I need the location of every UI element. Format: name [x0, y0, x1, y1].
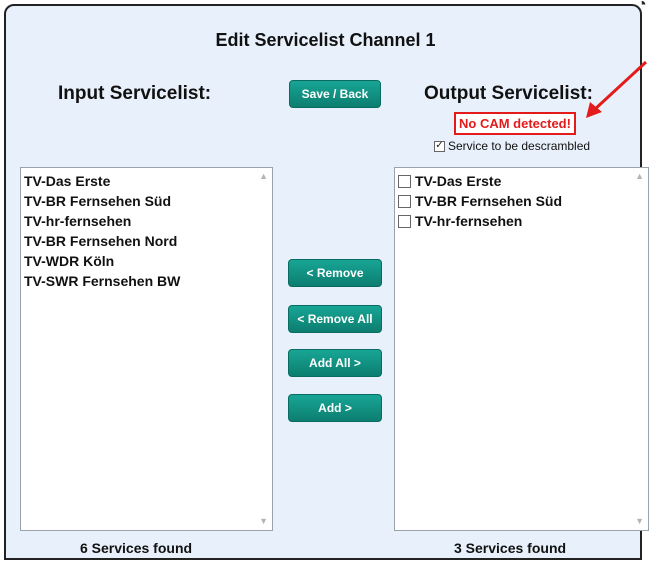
- list-item[interactable]: TV-BR Fernsehen Süd: [398, 191, 648, 211]
- service-label: TV-hr-fernsehen: [415, 213, 523, 229]
- scroll-up-icon[interactable]: ▲: [635, 171, 644, 181]
- descramble-option[interactable]: ✓ Service to be descrambled: [434, 139, 590, 153]
- add-button[interactable]: Add >: [288, 394, 382, 422]
- red-arrow-icon: [586, 60, 648, 118]
- service-checkbox[interactable]: [398, 194, 411, 208]
- descramble-checkbox[interactable]: ✓: [434, 140, 445, 152]
- input-services-list[interactable]: TV-Das Erste TV-BR Fernsehen Süd TV-hr-fer…: [20, 167, 273, 531]
- remove-button[interactable]: < Remove: [288, 259, 382, 287]
- list-item[interactable]: TV-hr-fernsehen: [24, 211, 272, 231]
- output-list-heading: Output Servicelist:: [424, 83, 593, 104]
- list-item[interactable]: TV-hr-fernsehen: [398, 211, 648, 231]
- output-service-count: 3 Services found: [454, 540, 567, 556]
- remove-all-button[interactable]: < Remove All: [288, 305, 382, 333]
- input-list-heading: Input Servicelist:: [58, 83, 212, 104]
- scroll-down-icon[interactable]: ▼: [259, 516, 268, 526]
- descramble-label: Service to be descrambled: [448, 139, 591, 153]
- close-icon[interactable]: ◔: [637, 0, 651, 13]
- list-item[interactable]: TV-BR Fernsehen Süd: [24, 191, 272, 211]
- input-service-count: 6 Services found: [80, 540, 193, 556]
- no-cam-warning: No CAM detected!: [454, 112, 576, 135]
- list-item[interactable]: TV-SWR Fernsehen BW: [24, 271, 272, 291]
- service-checkbox[interactable]: [398, 174, 411, 188]
- page-title: Edit Servicelist Channel 1: [215, 30, 436, 50]
- service-checkbox[interactable]: [398, 214, 411, 228]
- list-item[interactable]: TV-Das Erste: [24, 171, 272, 191]
- add-all-button[interactable]: Add All >: [288, 349, 382, 377]
- scroll-down-icon[interactable]: ▼: [635, 516, 644, 526]
- scroll-up-icon[interactable]: ▲: [259, 171, 268, 181]
- output-services-list[interactable]: TV-Das Erste TV-BR Fernsehen Süd TV-hr-fer…: [394, 167, 649, 531]
- service-label: TV-BR Fernsehen Süd: [415, 193, 563, 209]
- list-item[interactable]: TV-BR Fernsehen Nord: [24, 231, 272, 251]
- service-label: TV-Das Erste: [415, 173, 502, 189]
- list-item[interactable]: TV-Das Erste: [398, 171, 648, 191]
- list-item[interactable]: TV-WDR Köln: [24, 251, 272, 271]
- save-back-button[interactable]: Save / Back: [289, 80, 381, 108]
